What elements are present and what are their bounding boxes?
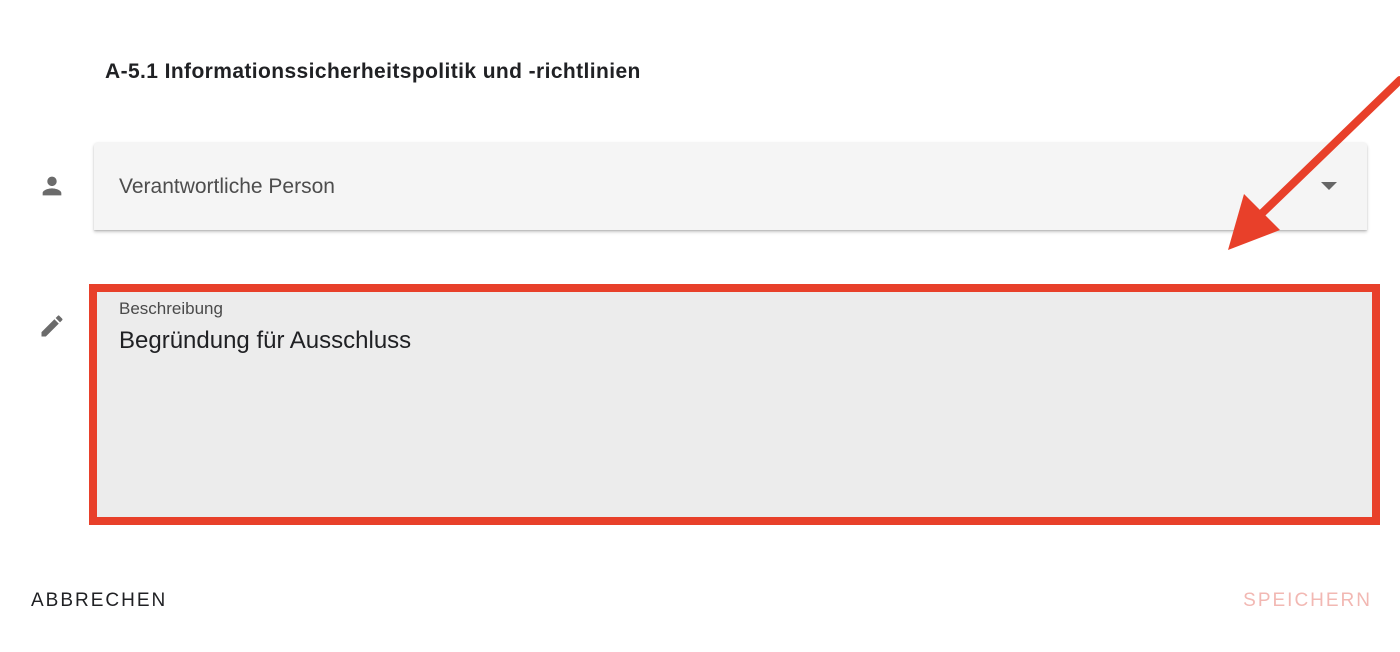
cancel-button[interactable]: ABBRECHEN: [31, 590, 167, 612]
dialog: A-5.1 Informationssicherheitspolitik und…: [0, 0, 1400, 652]
responsible-person-select[interactable]: Verantwortliche Person: [94, 142, 1367, 230]
highlight-box: [89, 284, 1380, 525]
pencil-icon: [36, 310, 68, 342]
person-icon: [36, 170, 68, 202]
save-button[interactable]: SPEICHERN: [1243, 590, 1372, 612]
chevron-down-icon[interactable]: [1321, 182, 1337, 190]
dialog-title: A-5.1 Informationssicherheitspolitik und…: [105, 60, 641, 83]
responsible-person-placeholder: Verantwortliche Person: [119, 175, 335, 198]
